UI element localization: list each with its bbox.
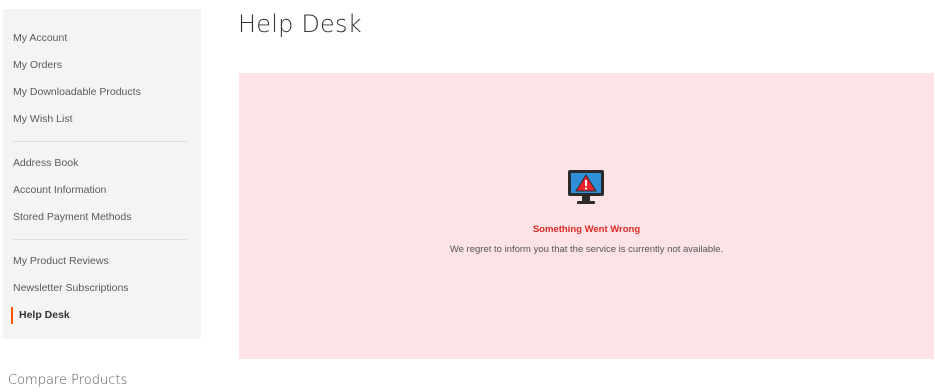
sidebar-item-my-account[interactable]: My Account xyxy=(3,25,201,52)
error-panel: Something Went Wrong We regret to inform… xyxy=(239,73,934,359)
error-message: We regret to inform you that the service… xyxy=(449,244,724,255)
page: My Account My Orders My Downloadable Pro… xyxy=(0,0,935,392)
sidebar-divider xyxy=(13,239,187,240)
sidebar-item-my-wish-list[interactable]: My Wish List xyxy=(3,106,201,133)
account-sidebar-nav: My Account My Orders My Downloadable Pro… xyxy=(3,9,201,339)
sidebar-item-account-information[interactable]: Account Information xyxy=(3,177,201,204)
sidebar-item-address-book[interactable]: Address Book xyxy=(3,150,201,177)
sidebar-item-newsletter-subscriptions[interactable]: Newsletter Subscriptions xyxy=(3,275,201,302)
compare-products-title: Compare Products xyxy=(8,373,128,388)
page-title: Help Desk xyxy=(238,10,362,38)
monitor-warning-icon xyxy=(568,170,604,204)
sidebar-item-my-orders[interactable]: My Orders xyxy=(3,52,201,79)
sidebar-divider xyxy=(13,141,187,142)
sidebar-item-help-desk[interactable]: Help Desk xyxy=(3,302,201,329)
sidebar-item-my-downloadable-products[interactable]: My Downloadable Products xyxy=(3,79,201,106)
sidebar-item-my-product-reviews[interactable]: My Product Reviews xyxy=(3,248,201,275)
sidebar-item-stored-payment-methods[interactable]: Stored Payment Methods xyxy=(3,204,201,231)
error-title: Something Went Wrong xyxy=(532,224,641,235)
